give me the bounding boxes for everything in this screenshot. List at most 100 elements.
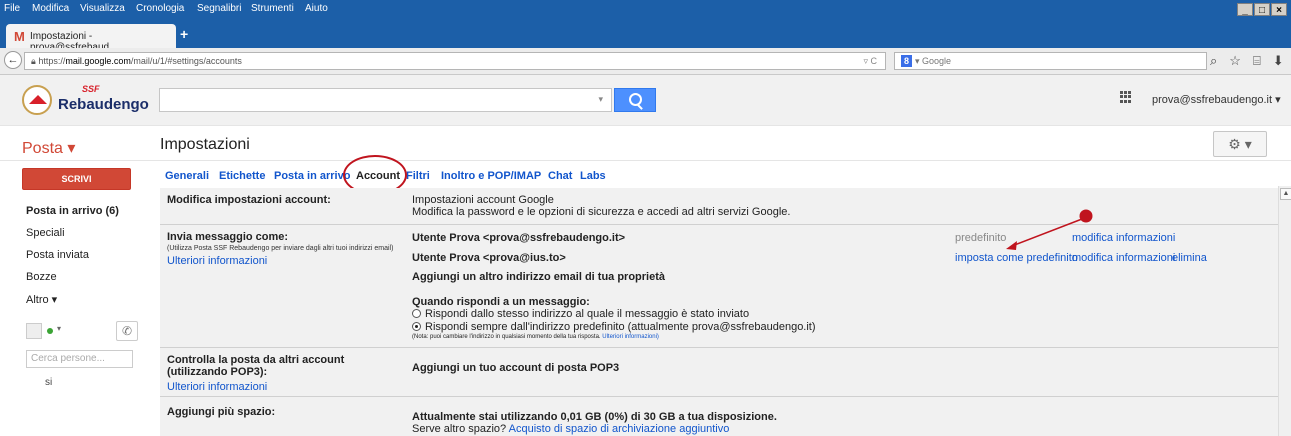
window-controls: _ □ ×	[1237, 3, 1287, 17]
tab-posta-in-arrivo[interactable]: Posta in arrivo	[274, 170, 350, 182]
compose-button[interactable]: SCRIVI	[22, 168, 131, 190]
reply-option-same[interactable]: Rispondi dallo stesso indirizzo al quale…	[412, 308, 749, 320]
radio-reply-same[interactable]	[412, 309, 421, 318]
tab-inoltro-pop-imap[interactable]: Inoltro e POP/IMAP	[441, 170, 541, 182]
storage-usage: Attualmente stai utilizzando 0,01 GB (0%…	[412, 411, 777, 423]
tab-filtri[interactable]: Filtri	[406, 170, 430, 182]
add-pop3-link[interactable]: Aggiungi un tuo account di posta POP3	[412, 362, 619, 374]
radio-reply-default[interactable]	[412, 322, 421, 331]
mail-search-input[interactable]: ▾	[159, 88, 612, 112]
avatar[interactable]	[26, 323, 42, 339]
minimize-button[interactable]: _	[1237, 3, 1253, 16]
browser-search-input[interactable]: 8 ▾ Google	[894, 52, 1207, 70]
menu-strumenti[interactable]: Strumenti	[251, 3, 294, 14]
url-domain: mail.google.com	[65, 56, 131, 66]
maximize-button[interactable]: □	[1254, 3, 1270, 16]
google-account-settings-link[interactable]: Impostazioni account Google	[412, 194, 554, 206]
scroll-up-icon[interactable]: ▲	[1280, 188, 1291, 200]
send-as-note: (Utilizza Posta SSF Rebaudengo per invia…	[167, 245, 394, 252]
mail-search-button[interactable]	[614, 88, 656, 112]
google-search-engine-icon[interactable]: 8	[901, 55, 913, 67]
tab-etichette[interactable]: Etichette	[219, 170, 265, 182]
phone-icon[interactable]: ✆	[116, 321, 138, 341]
chat-status-dropdown[interactable]: ▾	[57, 324, 61, 333]
send-as-more-info-link[interactable]: Ulteriori informazioni	[167, 255, 267, 267]
storage-label: Aggiungi più spazio:	[167, 406, 276, 418]
online-status-icon	[47, 328, 53, 334]
settings-gear-button[interactable]: ⚙ ▾	[1213, 131, 1267, 157]
reply-note: (Nota: puoi cambiare l'indirizzo in qual…	[412, 334, 659, 340]
people-search-input[interactable]: Cerca persone...	[26, 350, 133, 368]
reply-note-link[interactable]: Ulteriori informazioni)	[602, 334, 659, 340]
check-mail-more-info-link[interactable]: Ulteriori informazioni	[167, 381, 267, 393]
ssf-rebaudengo-logo[interactable]: SSF Rebaudengo	[22, 81, 149, 119]
section-check-mail: Controlla la posta da altri account (uti…	[160, 348, 1278, 397]
lock-icon: 🔒︎	[31, 56, 36, 66]
tab-labs[interactable]: Labs	[580, 170, 606, 182]
browser-toolbar-icons: ⌕ ☆ ⌸ ⬇ ⌂ ≡	[1210, 53, 1291, 69]
magnifier-icon	[629, 93, 642, 106]
make-default-link[interactable]: imposta come predefinito	[955, 252, 1078, 264]
chat-contact[interactable]: si	[45, 377, 52, 388]
posta-menu[interactable]: Posta ▾	[22, 138, 75, 158]
page-scrollbar[interactable]: ▲	[1278, 186, 1291, 436]
download-icon[interactable]: ⬇	[1273, 53, 1284, 69]
back-button[interactable]: ←	[4, 51, 22, 69]
search-options-dropdown-icon[interactable]: ▾	[598, 94, 603, 105]
reply-option-default[interactable]: Rispondi sempre dall'indirizzo predefini…	[412, 321, 816, 333]
reply-heading: Quando rispondi a un messaggio:	[412, 296, 590, 308]
edit-info-link-1[interactable]: modifica informazioni	[1072, 232, 1175, 244]
check-mail-label: Controlla la posta da altri account (uti…	[167, 354, 345, 378]
logo-emblem-icon	[22, 85, 52, 115]
edit-info-link-2[interactable]: modifica informazioni	[1072, 252, 1175, 264]
storage-more: Serve altro spazio? Acquisto di spazio d…	[412, 423, 729, 435]
menu-segnalibri[interactable]: Segnalibri	[197, 3, 241, 14]
nav-item-more[interactable]: Altro ▾	[26, 293, 57, 306]
page-title: Impostazioni	[160, 136, 250, 153]
gmail-favicon-icon: M	[14, 29, 25, 44]
browser-tabbar: M Impostazioni - prova@ssfrebaud... +	[0, 20, 1291, 53]
delete-address-link[interactable]: elimina	[1172, 252, 1207, 264]
menu-aiuto[interactable]: Aiuto	[305, 3, 328, 14]
nav-item-starred[interactable]: Speciali	[26, 227, 65, 239]
reply-option-same-label: Rispondi dallo stesso indirizzo al quale…	[425, 308, 750, 320]
apps-grid-icon[interactable]	[1120, 91, 1132, 103]
bookmark-star-icon[interactable]: ☆	[1229, 53, 1241, 69]
search-icon[interactable]: ⌕	[1210, 53, 1217, 69]
browser-navbar: ← 🔒︎ https://mail.google.com/mail/u/1/#s…	[0, 48, 1291, 75]
nav-item-drafts[interactable]: Bozze	[26, 271, 57, 283]
browser-tab-gmail[interactable]: M Impostazioni - prova@ssfrebaud...	[6, 24, 176, 53]
section-modify-account: Modifica impostazioni account: Impostazi…	[160, 188, 1278, 225]
reply-note-text: (Nota: puoi cambiare l'indirizzo in qual…	[412, 334, 601, 340]
add-address-link[interactable]: Aggiungi un altro indirizzo email di tua…	[412, 271, 665, 283]
menu-visualizza[interactable]: Visualizza	[80, 3, 125, 14]
header-divider	[0, 160, 1291, 161]
close-window-button[interactable]: ×	[1271, 3, 1287, 16]
menu-cronologia[interactable]: Cronologia	[136, 3, 184, 14]
gmail-header: SSF Rebaudengo ▾ prova@ssfrebaudengo.it …	[0, 75, 1291, 126]
nav-item-sent[interactable]: Posta inviata	[26, 249, 89, 261]
reply-option-default-label: Rispondi sempre dall'indirizzo predefini…	[425, 321, 816, 333]
settings-panel: Modifica impostazioni account: Impostazi…	[160, 188, 1278, 436]
tab-chat[interactable]: Chat	[548, 170, 572, 182]
section-send-as: Invia messaggio come: (Utilizza Posta SS…	[160, 225, 1278, 348]
logo-ssf-text: SSF	[82, 84, 100, 94]
menu-modifica[interactable]: Modifica	[32, 3, 69, 14]
url-prefix: https://	[38, 56, 66, 66]
account-switcher[interactable]: prova@ssfrebaudengo.it ▾	[1152, 93, 1281, 106]
chat-status-controls: ▾ ✆	[26, 321, 138, 345]
reload-icon[interactable]: ▿ C	[863, 53, 877, 69]
send-as-address-1: Utente Prova <prova@ssfrebaudengo.it>	[412, 232, 626, 244]
default-badge: predefinito	[955, 232, 1007, 244]
url-bar[interactable]: 🔒︎ https://mail.google.com/mail/u/1/#set…	[24, 52, 886, 70]
tab-generali[interactable]: Generali	[165, 170, 209, 182]
browser-menubar: File Modifica Visualizza Cronologia Segn…	[0, 0, 1291, 20]
bookmarks-menu-icon[interactable]: ⌸	[1253, 53, 1261, 69]
send-as-address-2: Utente Prova <prova@ius.to>	[412, 252, 566, 264]
menu-file[interactable]: File	[4, 3, 20, 14]
nav-item-inbox[interactable]: Posta in arrivo (6)	[26, 205, 119, 217]
new-tab-button[interactable]: +	[180, 26, 188, 42]
search-engine-label: ▾ Google	[915, 56, 952, 66]
buy-storage-link[interactable]: Acquisto di spazio di archiviazione aggi…	[509, 423, 730, 435]
section-storage: Aggiungi più spazio: Attualmente stai ut…	[160, 397, 1278, 436]
